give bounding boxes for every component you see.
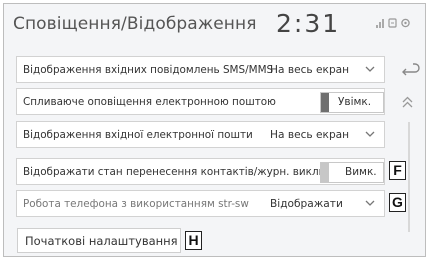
toggle-label: Увімк. xyxy=(338,96,372,108)
phone-status-icon xyxy=(388,18,397,28)
page-title: Сповіщення/Відображення xyxy=(13,14,257,34)
back-button[interactable] xyxy=(391,54,424,84)
chevron-down-icon xyxy=(365,200,375,206)
row-label: Відображення вхідних повідомлень SMS/MMS xyxy=(23,64,274,76)
dropdown-value: На весь екран xyxy=(270,64,350,76)
signal-icon xyxy=(376,18,384,28)
chevron-down-icon xyxy=(365,131,375,137)
row-label: Спливаюче оповіщення електронною поштою xyxy=(23,96,276,108)
row-label: Робота телефона з використанням str-sw xyxy=(23,198,249,210)
row-sms-mms-display[interactable]: Відображення вхідних повідомлень SMS/MMS… xyxy=(16,56,385,83)
dropdown-value: Відображати xyxy=(270,198,343,210)
toggle-knob xyxy=(321,93,329,112)
dropdown-value: На весь екран xyxy=(270,129,350,141)
initial-settings-label: Початкові налаштування xyxy=(25,234,178,248)
bluetooth-status-icon xyxy=(401,18,410,28)
transfer-status-toggle[interactable]: Вимк. xyxy=(320,162,384,183)
row-label: Відображати стан перенесення контактів/ж… xyxy=(23,166,341,178)
screen: Сповіщення/Відображення 2:31 Відображенн… xyxy=(3,3,426,257)
status-icons xyxy=(376,18,410,28)
toggle-label: Вимк. xyxy=(345,166,377,178)
callout-h: H xyxy=(185,231,202,250)
scrollbar-track[interactable] xyxy=(408,122,410,232)
double-chevron-up-icon xyxy=(402,96,413,108)
scroll-up-button[interactable] xyxy=(391,88,424,118)
initial-settings-button[interactable]: Початкові налаштування xyxy=(17,228,181,253)
clock: 2:31 xyxy=(276,9,341,38)
row-label: Відображення вхідної електронної пошти xyxy=(23,129,253,141)
row-incoming-email-display[interactable]: Відображення вхідної електронної пошти Н… xyxy=(16,121,385,148)
email-popup-toggle[interactable]: Увімк. xyxy=(320,92,384,113)
row-email-popup[interactable]: Спливаюче оповіщення електронною поштою … xyxy=(16,88,385,115)
header: Сповіщення/Відображення 2:31 xyxy=(4,4,425,48)
toggle-knob xyxy=(321,163,329,182)
chevron-down-icon xyxy=(365,66,375,72)
row-transfer-status[interactable]: Відображати стан перенесення контактів/ж… xyxy=(16,158,385,185)
callout-g: G xyxy=(389,193,406,212)
callout-f: F xyxy=(389,161,406,180)
row-str-sw-phone[interactable]: Робота телефона з використанням str-sw В… xyxy=(16,190,385,217)
back-arrow-icon xyxy=(402,63,420,76)
